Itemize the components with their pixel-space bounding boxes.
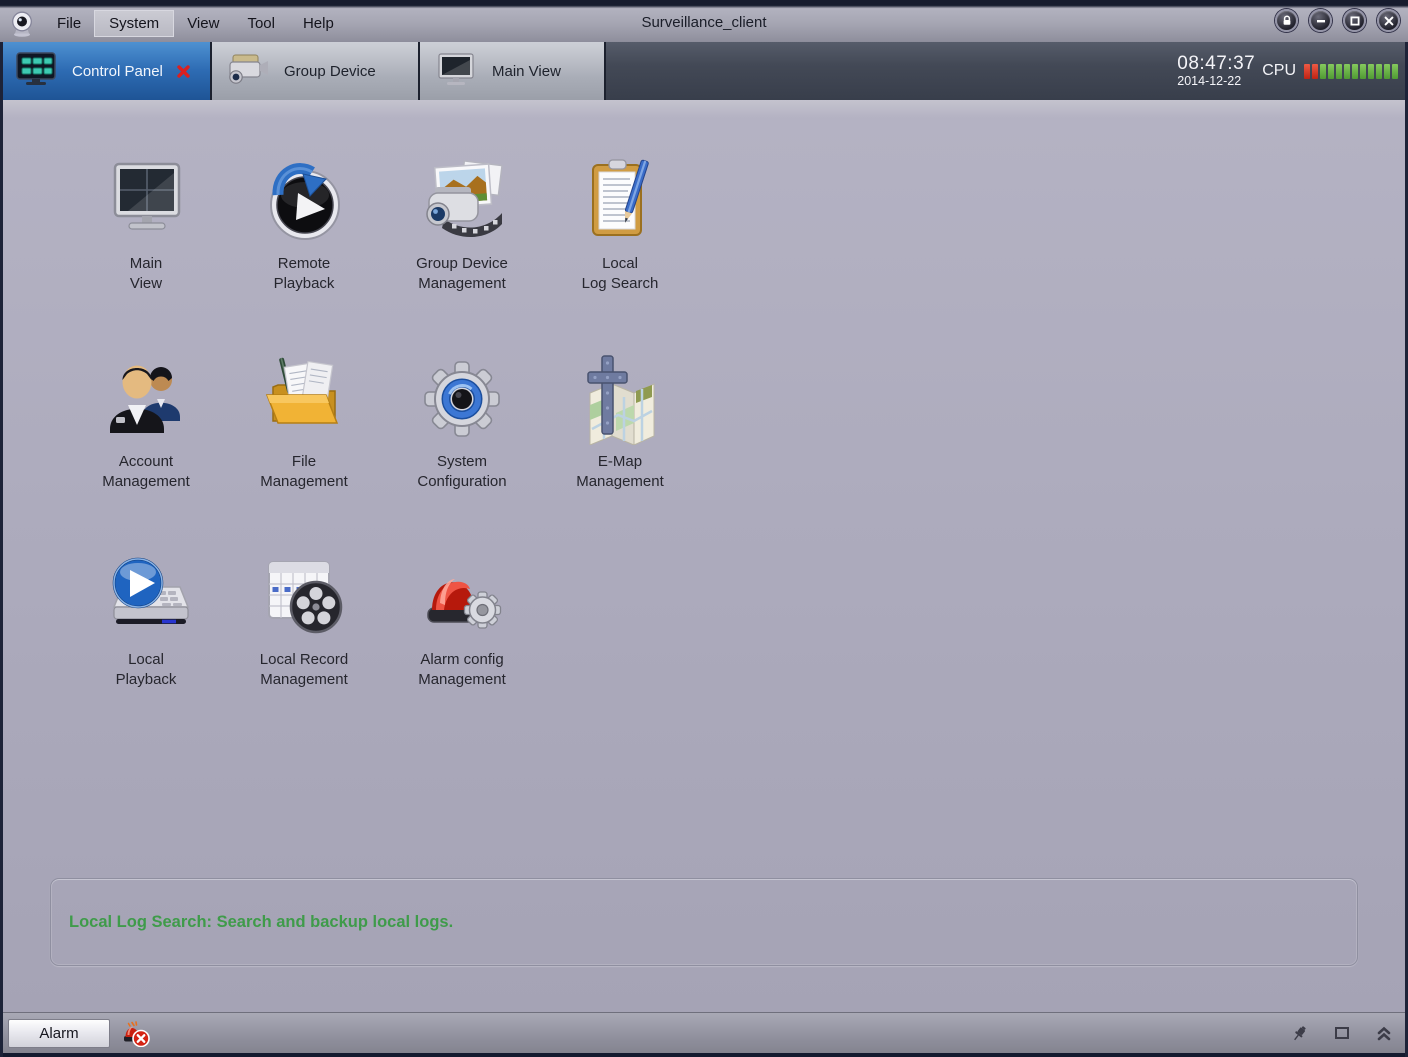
maximize-button[interactable] <box>1343 9 1366 32</box>
e-map-management-icon <box>574 353 666 446</box>
alarm-config-management-icon <box>416 551 508 643</box>
cpu-segment-green <box>1344 63 1350 79</box>
item-label: Local Log Search <box>581 255 659 292</box>
item-label: Group Device Management <box>416 255 508 292</box>
item-label: System Configuration <box>417 453 507 490</box>
tab-label: Control Panel <box>72 62 163 80</box>
group-device-management-icon <box>416 155 508 247</box>
menu-view[interactable]: View <box>173 11 233 36</box>
menu-file[interactable]: File <box>43 11 95 36</box>
app-window: File System View Tool Help Surveillance_… <box>0 0 1408 1057</box>
window-edge-left <box>0 42 3 1057</box>
cpu-segment-green <box>1392 63 1398 79</box>
minimize-button[interactable] <box>1309 9 1332 32</box>
local-record-management-icon <box>258 551 350 643</box>
time-display: 08:47:37 <box>1177 53 1256 75</box>
cpu-segment-green <box>1384 63 1390 79</box>
control-panel-item-main-view[interactable]: Main View <box>67 155 225 353</box>
tab-label: Group Device <box>284 62 376 80</box>
menubar: File System View Tool Help <box>43 10 348 37</box>
tab-label: Main View <box>492 62 561 80</box>
remote-playback-icon <box>258 155 350 247</box>
camcorder-icon <box>226 51 270 92</box>
cpu-segment-green <box>1320 63 1326 79</box>
cpu-segment-red <box>1312 63 1318 79</box>
titlebar: File System View Tool Help Surveillance_… <box>0 0 1408 42</box>
cpu-segment-green <box>1328 63 1334 79</box>
tabbar: Control Panel Group Device Main View 08:… <box>0 42 1408 100</box>
tab-group-device[interactable]: Group Device <box>212 42 420 100</box>
control-panel-item-local-log-search[interactable]: Local Log Search <box>541 155 699 353</box>
alarm-disabled-icon <box>122 1019 150 1048</box>
cpu-segment-green <box>1368 63 1374 79</box>
item-label: File Management <box>260 453 348 490</box>
control-panel-icon <box>14 51 58 92</box>
icon-grid: Main View Remote Playback Group Device M… <box>67 155 699 749</box>
local-playback-icon <box>100 551 192 643</box>
monitor-icon <box>434 51 478 92</box>
cpu-segment-green <box>1376 63 1382 79</box>
control-panel-item-file-management[interactable]: File Management <box>225 353 383 551</box>
control-panel-item-system-configuration[interactable]: System Configuration <box>383 353 541 551</box>
item-label: Local Playback <box>115 651 177 688</box>
cpu-segment-green <box>1336 63 1342 79</box>
control-panel-item-local-playback[interactable]: Local Playback <box>67 551 225 749</box>
item-label: Local Record Management <box>259 651 349 688</box>
item-label: Remote Playback <box>273 255 335 292</box>
item-label: Main View <box>129 255 163 292</box>
item-label: Account Management <box>102 453 190 490</box>
file-management-icon <box>258 353 350 445</box>
description-box: Local Log Search: Search and backup loca… <box>50 878 1358 966</box>
item-label: Alarm config Management <box>418 651 506 688</box>
restore-window-icon[interactable] <box>1334 1025 1350 1041</box>
cpu-segment-green <box>1352 63 1358 79</box>
tab-control-panel[interactable]: Control Panel <box>0 42 212 100</box>
item-label: E-Map Management <box>576 453 664 490</box>
menu-tool[interactable]: Tool <box>233 11 289 36</box>
status-cluster: 08:47:37 2014-12-22 CPU <box>1177 42 1408 100</box>
system-configuration-icon <box>416 353 508 445</box>
control-panel-content: Main View Remote Playback Group Device M… <box>0 100 1408 1012</box>
window-controls <box>1275 9 1400 32</box>
lock-button[interactable] <box>1275 9 1298 32</box>
tab-close-icon[interactable] <box>177 64 190 78</box>
collapse-up-icon[interactable] <box>1376 1025 1392 1041</box>
cpu-meter <box>1304 63 1398 79</box>
pin-icon[interactable] <box>1291 1025 1308 1042</box>
tab-main-view[interactable]: Main View <box>420 42 606 100</box>
cpu-segment-green <box>1360 63 1366 79</box>
control-panel-item-group-device-management[interactable]: Group Device Management <box>383 155 541 353</box>
close-button[interactable] <box>1377 9 1400 32</box>
menu-help[interactable]: Help <box>289 11 348 36</box>
cpu-segment-red <box>1304 63 1310 79</box>
description-text: Local Log Search: Search and backup loca… <box>69 912 454 931</box>
local-log-search-icon <box>574 155 666 247</box>
account-management-icon <box>100 353 192 445</box>
bottombar: Alarm <box>0 1012 1408 1057</box>
webcam-app-icon <box>9 11 35 37</box>
bottom-right-controls <box>1291 1025 1408 1042</box>
clock: 08:47:37 2014-12-22 <box>1177 54 1255 88</box>
control-panel-item-remote-playback[interactable]: Remote Playback <box>225 155 383 353</box>
menu-system[interactable]: System <box>94 10 175 37</box>
control-panel-item-account-management[interactable]: Account Management <box>67 353 225 551</box>
cpu-label: CPU <box>1262 62 1296 79</box>
window-title: Surveillance_client <box>641 14 767 31</box>
control-panel-item-alarm-config-management[interactable]: Alarm config Management <box>383 551 541 749</box>
date-display: 2014-12-22 <box>1177 74 1242 89</box>
alarm-button[interactable]: Alarm <box>8 1018 110 1048</box>
main-view-icon <box>100 155 192 247</box>
control-panel-item-local-record-management[interactable]: Local Record Management <box>225 551 383 749</box>
control-panel-item-e-map-management[interactable]: E-Map Management <box>541 353 699 551</box>
